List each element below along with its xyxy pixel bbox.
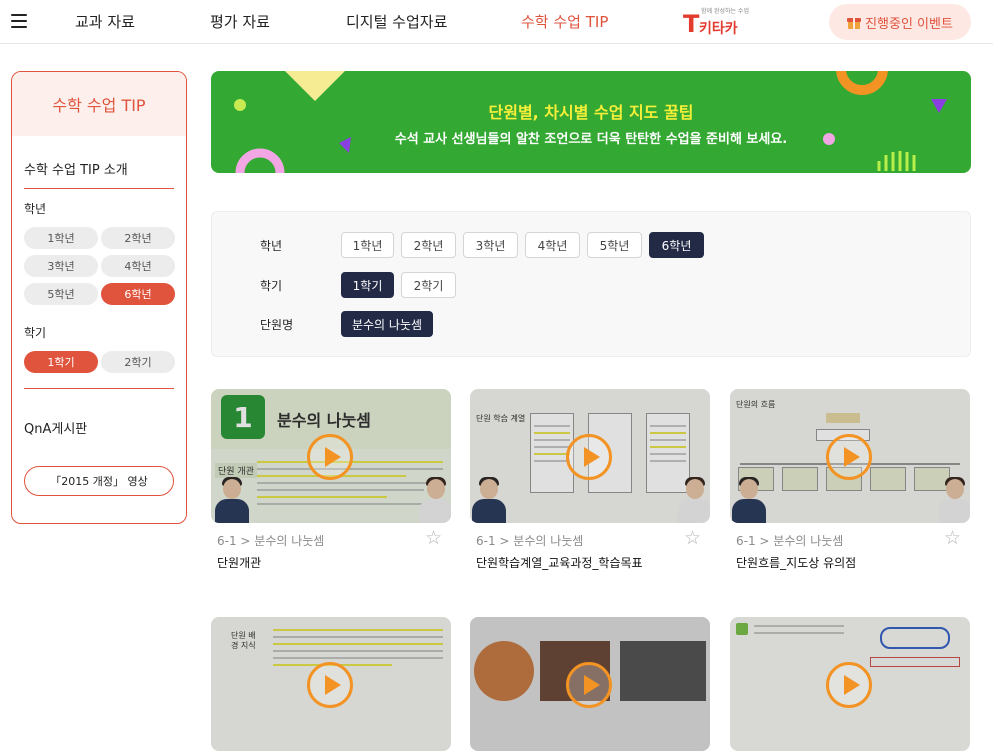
- card-category: 6-1 > 분수의 나눗셈: [736, 534, 844, 548]
- sidebar-grade-3[interactable]: 3학년: [24, 255, 98, 277]
- video-thumbnail: 단원 학습 계열: [470, 389, 710, 523]
- filter-unit-fraction-division[interactable]: 분수의 나눗셈: [341, 311, 433, 337]
- video-card[interactable]: [470, 617, 710, 751]
- event-button[interactable]: 진행중인 이벤트: [829, 4, 971, 40]
- filter-semester-2[interactable]: 2학기: [401, 272, 456, 298]
- sidebar-grade-label: 학년: [24, 202, 47, 216]
- video-card[interactable]: [730, 617, 970, 751]
- video-thumbnail: [470, 617, 710, 751]
- play-icon[interactable]: [826, 434, 872, 480]
- filter-panel: 학년 1학년 2학년 3학년 4학년 5학년 6학년 학기 1학기 2학기 단원…: [211, 211, 971, 357]
- star-icon[interactable]: ☆: [944, 529, 961, 548]
- nav-digital[interactable]: 디지털 수업자료: [346, 11, 447, 32]
- filter-semester-1[interactable]: 1학기: [341, 272, 394, 298]
- card-category: 6-1 > 분수의 나눗셈: [476, 534, 584, 548]
- sidebar-2015-video-button[interactable]: 「2015 개정」 영상: [24, 466, 174, 496]
- sidebar-grade-6[interactable]: 6학년: [101, 283, 175, 305]
- card-title: 단원흐름_지도상 유의점: [736, 556, 857, 570]
- card-category: 6-1 > 분수의 나눗셈: [217, 534, 325, 548]
- filter-grade-2[interactable]: 2학년: [401, 232, 456, 258]
- video-thumbnail: [730, 617, 970, 751]
- play-icon[interactable]: [307, 434, 353, 480]
- filter-grade-6[interactable]: 6학년: [649, 232, 704, 258]
- banner-title: 단원별, 차시별 수업 지도 꿀팁: [488, 103, 694, 122]
- sidebar-qna-link[interactable]: QnA게시판: [24, 418, 87, 437]
- filter-grade-1[interactable]: 1학년: [341, 232, 394, 258]
- video-card[interactable]: 단원 학습 계열 6-1 > 분수의 나눗셈 단원학습계열_교육과정_학습목표 …: [470, 389, 710, 579]
- sidebar-title: 수학 수업 TIP: [12, 72, 186, 136]
- sidebar: 수학 수업 TIP 수학 수업 TIP 소개 학년 1학년 2학년 3학년 4학…: [11, 71, 187, 524]
- video-card[interactable]: 단원의 흐름 6-1 > 분수의 나눗셈 단원흐름_지도상 유의점 ☆: [730, 389, 970, 579]
- sidebar-grade-2[interactable]: 2학년: [101, 227, 175, 249]
- sidebar-semester-2[interactable]: 2학기: [101, 351, 175, 373]
- filter-grade-4[interactable]: 4학년: [525, 232, 580, 258]
- play-icon[interactable]: [826, 662, 872, 708]
- play-icon[interactable]: [566, 434, 612, 480]
- sidebar-grade-5[interactable]: 5학년: [24, 283, 98, 305]
- sidebar-semester-label: 학기: [24, 326, 47, 340]
- play-icon[interactable]: [566, 662, 612, 708]
- menu-icon[interactable]: [11, 14, 27, 28]
- nav-textbook[interactable]: 교과 자료: [75, 11, 135, 32]
- sidebar-grade-1[interactable]: 1학년: [24, 227, 98, 249]
- filter-semester-label: 학기: [260, 279, 283, 293]
- video-card[interactable]: 단원 배경 지식: [211, 617, 451, 751]
- gift-icon: [847, 15, 862, 29]
- logo-tagline: 함께 완성하는 수업: [701, 8, 749, 15]
- top-header: 교과 자료 평가 자료 디지털 수업자료 수학 수업 TIP 함께 완성하는 수…: [0, 0, 993, 44]
- card-title: 단원학습계열_교육과정_학습목표: [476, 556, 643, 570]
- banner-subtitle: 수석 교사 선생님들의 알찬 조언으로 더욱 탄탄한 수업을 준비해 보세요.: [394, 132, 788, 147]
- sidebar-divider: [24, 188, 174, 189]
- sidebar-divider: [24, 388, 174, 389]
- play-icon[interactable]: [307, 662, 353, 708]
- star-icon[interactable]: ☆: [684, 529, 701, 548]
- sidebar-semester-1[interactable]: 1학기: [24, 351, 98, 373]
- filter-unit-label: 단원명: [260, 318, 294, 332]
- video-card[interactable]: 1 분수의 나눗셈 단원 개관 6-1 > 분수의 나눗셈 단원개관 ☆: [211, 389, 451, 579]
- sidebar-intro-link[interactable]: 수학 수업 TIP 소개: [24, 159, 128, 178]
- sidebar-grade-4[interactable]: 4학년: [101, 255, 175, 277]
- video-thumbnail: 단원의 흐름: [730, 389, 970, 523]
- video-thumbnail: 1 분수의 나눗셈 단원 개관: [211, 389, 451, 523]
- logo-wordmark: 키타카: [699, 21, 738, 37]
- logo[interactable]: 함께 완성하는 수업 T 키타카: [681, 6, 753, 38]
- logo-mark: T: [683, 10, 700, 38]
- filter-grade-label: 학년: [260, 239, 283, 253]
- hero-banner: 단원별, 차시별 수업 지도 꿀팁 수석 교사 선생님들의 알찬 조언으로 더욱…: [211, 71, 971, 173]
- nav-math-tip[interactable]: 수학 수업 TIP: [521, 11, 608, 32]
- filter-grade-3[interactable]: 3학년: [463, 232, 518, 258]
- star-icon[interactable]: ☆: [425, 529, 442, 548]
- video-thumbnail: 단원 배경 지식: [211, 617, 451, 751]
- filter-grade-5[interactable]: 5학년: [587, 232, 642, 258]
- event-button-label: 진행중인 이벤트: [865, 16, 953, 32]
- card-title: 단원개관: [217, 556, 262, 570]
- nav-assessment[interactable]: 평가 자료: [210, 11, 270, 32]
